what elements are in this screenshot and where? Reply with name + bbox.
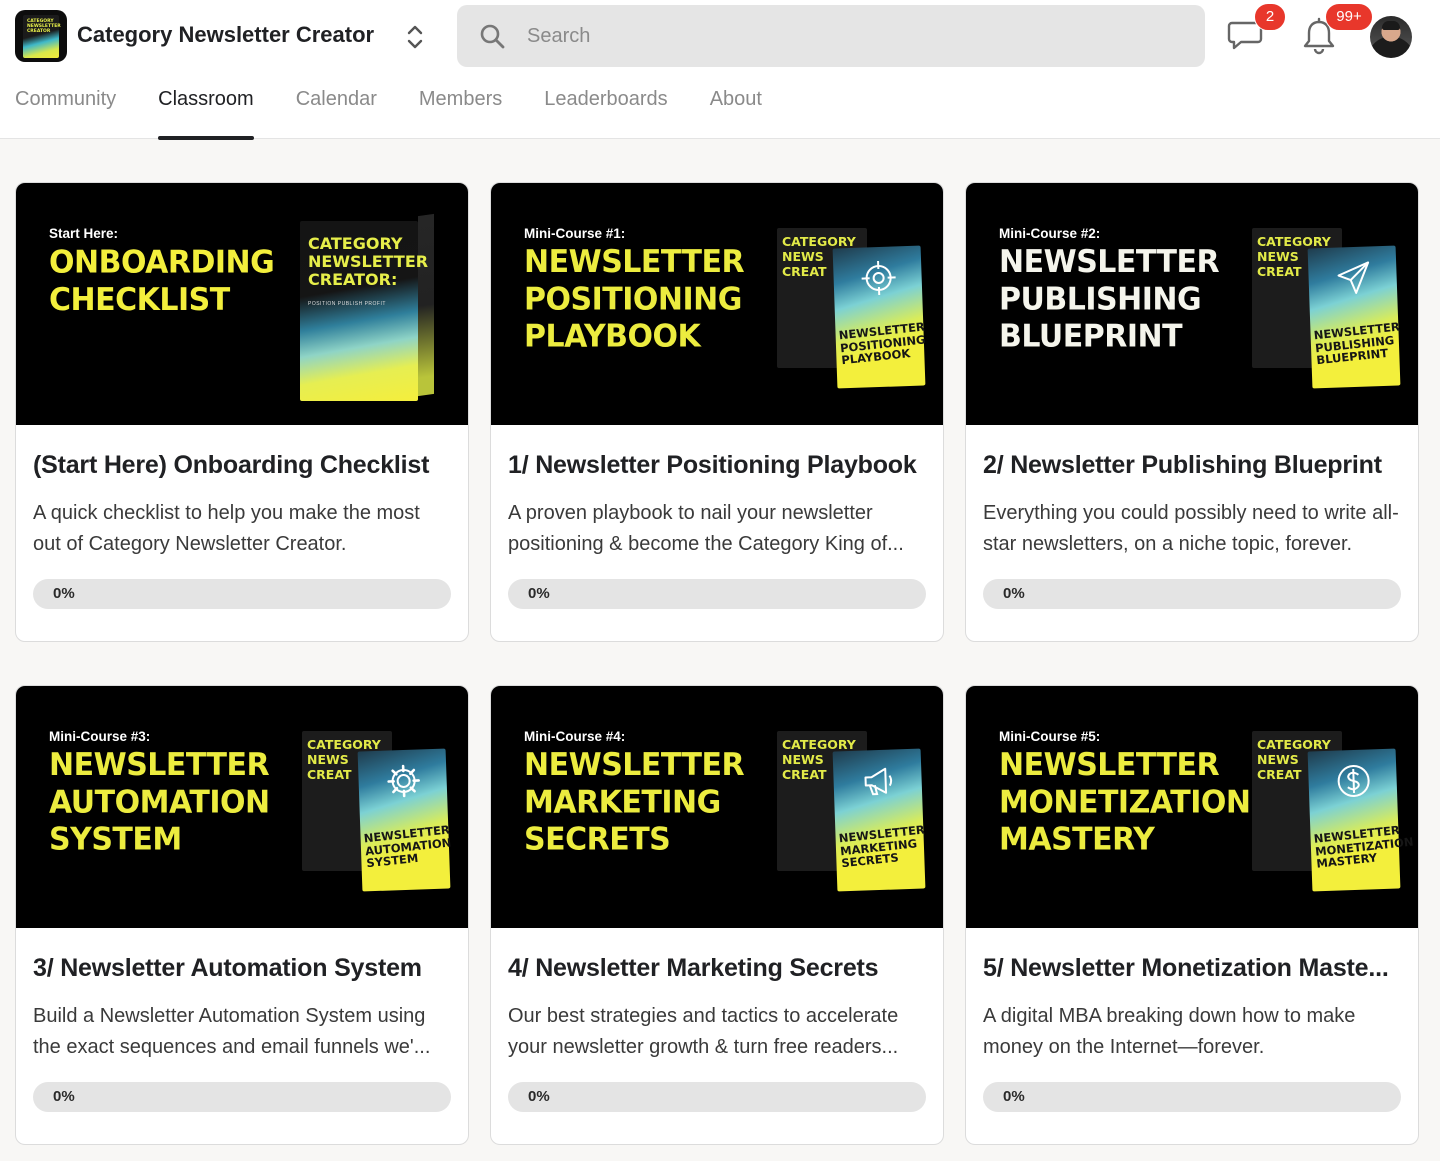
course-card[interactable]: Mini-Course #3: NEWSLETTER AUTOMATION SY…: [15, 685, 469, 1145]
group-logo[interactable]: CATEGORY NEWSLETTER CREATOR: [15, 10, 67, 62]
box-subtext: POSITION PUBLISH PROFIT: [308, 301, 386, 307]
course-description: Build a Newsletter Automation System usi…: [33, 1005, 431, 1058]
dollar-coin-icon: [1337, 764, 1370, 797]
tab-calendar[interactable]: Calendar: [296, 88, 377, 139]
box-front-text: NEWSLETTER MONETIZATION MASTERY: [1313, 822, 1415, 871]
search-input[interactable]: [527, 21, 1167, 51]
paper-plane-icon: [1337, 261, 1370, 294]
search-icon: [480, 24, 505, 49]
course-description: A digital MBA breaking down how to make …: [983, 1005, 1356, 1058]
tab-members[interactable]: Members: [419, 88, 502, 139]
cover-kicker: Mini-Course #1:: [524, 226, 626, 241]
progress-bar: 0%: [983, 579, 1401, 609]
progress-bar: 0%: [33, 579, 451, 609]
progress-label: 0%: [53, 585, 75, 602]
progress-label: 0%: [1003, 1088, 1025, 1105]
course-description: A quick checklist to help you make the m…: [33, 502, 420, 555]
cover-kicker: Mini-Course #4:: [524, 729, 626, 744]
tab-leaderboards[interactable]: Leaderboards: [544, 88, 667, 139]
course-title: (Start Here) Onboarding Checklist: [33, 451, 430, 479]
cover-title: NEWSLETTER MARKETING SECRETS: [524, 747, 745, 858]
product-box-front: NEWSLETTER POSITIONING PLAYBOOK: [832, 245, 927, 389]
product-box-art: CATEGORY NEWSLETTER CREATOR: POSITION PU…: [300, 213, 434, 401]
cover-title: NEWSLETTER PUBLISHING BLUEPRINT: [999, 244, 1220, 355]
course-cover: Mini-Course #1: NEWSLETTER POSITIONING P…: [491, 183, 943, 425]
progress-label: 0%: [53, 1088, 75, 1105]
course-cover: Mini-Course #5: NEWSLETTER MONETIZATION …: [966, 686, 1418, 928]
cover-title: NEWSLETTER AUTOMATION SYSTEM: [49, 747, 270, 858]
search-bar[interactable]: [457, 5, 1205, 67]
course-title: 2/ Newsletter Publishing Blueprint: [983, 451, 1382, 479]
notifications-badge: 99+: [1325, 3, 1373, 31]
product-box-front: NEWSLETTER AUTOMATION SYSTEM: [357, 748, 452, 892]
megaphone-icon: [864, 767, 893, 796]
box-front-text: NEWSLETTER PUBLISHING BLUEPRINT: [1313, 319, 1401, 368]
course-title: 5/ Newsletter Monetization Maste...: [983, 954, 1389, 982]
course-description: A proven playbook to nail your newslette…: [508, 502, 904, 555]
cover-kicker: Start Here:: [49, 226, 119, 241]
box-front-text: NEWSLETTER MARKETING SECRETS: [838, 822, 926, 871]
nav-tabs: Community Classroom Calendar Members Lea…: [15, 88, 804, 140]
course-cover: Mini-Course #2: NEWSLETTER PUBLISHING BL…: [966, 183, 1418, 425]
progress-label: 0%: [528, 585, 550, 602]
chat-unread-badge: 2: [1254, 3, 1286, 31]
course-card[interactable]: Mini-Course #5: NEWSLETTER MONETIZATION …: [965, 685, 1419, 1145]
cover-kicker: Mini-Course #5:: [999, 729, 1101, 744]
user-avatar[interactable]: [1370, 16, 1412, 58]
progress-bar: 0%: [983, 1082, 1401, 1112]
box-front-text: NEWSLETTER AUTOMATION SYSTEM: [363, 822, 452, 871]
box-front-text: NEWSLETTER POSITIONING PLAYBOOK: [838, 319, 927, 368]
progress-label: 0%: [528, 1088, 550, 1105]
product-box-front: NEWSLETTER PUBLISHING BLUEPRINT: [1307, 245, 1401, 389]
course-grid: Start Here: ONBOARDING CHECKLIST CATEGOR…: [15, 182, 1419, 1145]
group-name[interactable]: Category Newsletter Creator: [77, 22, 374, 48]
product-box-front: NEWSLETTER MONETIZATION MASTERY: [1307, 748, 1414, 892]
product-box-front: NEWSLETTER MARKETING SECRETS: [832, 748, 926, 892]
top-header: CATEGORY NEWSLETTER CREATOR Category New…: [0, 0, 1440, 140]
cover-title: NEWSLETTER POSITIONING PLAYBOOK: [524, 244, 745, 355]
course-cover: Mini-Course #3: NEWSLETTER AUTOMATION SY…: [16, 686, 468, 928]
course-cover: Mini-Course #4: NEWSLETTER MARKETING SEC…: [491, 686, 943, 928]
cover-title: NEWSLETTER MONETIZATION MASTERY: [999, 747, 1251, 858]
course-card[interactable]: Mini-Course #1: NEWSLETTER POSITIONING P…: [490, 182, 944, 642]
course-description: Our best strategies and tactics to accel…: [508, 1005, 899, 1058]
cover-kicker: Mini-Course #3:: [49, 729, 151, 744]
progress-bar: 0%: [33, 1082, 451, 1112]
tab-community[interactable]: Community: [15, 88, 116, 139]
course-card[interactable]: Mini-Course #4: NEWSLETTER MARKETING SEC…: [490, 685, 944, 1145]
course-title: 3/ Newsletter Automation System: [33, 954, 422, 982]
course-card[interactable]: Mini-Course #2: NEWSLETTER PUBLISHING BL…: [965, 182, 1419, 642]
box-text: CATEGORY NEWSLETTER CREATOR:: [308, 234, 429, 289]
gear-icon: [387, 764, 420, 798]
course-title: 4/ Newsletter Marketing Secrets: [508, 954, 879, 982]
target-icon: [861, 260, 896, 296]
course-title: 1/ Newsletter Positioning Playbook: [508, 451, 917, 479]
tab-about[interactable]: About: [710, 88, 762, 139]
progress-bar: 0%: [508, 1082, 926, 1112]
progress-label: 0%: [1003, 585, 1025, 602]
tab-classroom[interactable]: Classroom: [158, 88, 254, 140]
cover-kicker: Mini-Course #2:: [999, 226, 1101, 241]
logo-text: CATEGORY NEWSLETTER CREATOR: [27, 19, 61, 34]
course-description: Everything you could possibly need to wr…: [983, 502, 1399, 555]
progress-bar: 0%: [508, 579, 926, 609]
course-cover: Start Here: ONBOARDING CHECKLIST CATEGOR…: [16, 183, 468, 425]
cover-title: ONBOARDING CHECKLIST: [49, 244, 275, 319]
course-card[interactable]: Start Here: ONBOARDING CHECKLIST CATEGOR…: [15, 182, 469, 642]
group-switcher-chevrons-icon[interactable]: [403, 22, 427, 52]
